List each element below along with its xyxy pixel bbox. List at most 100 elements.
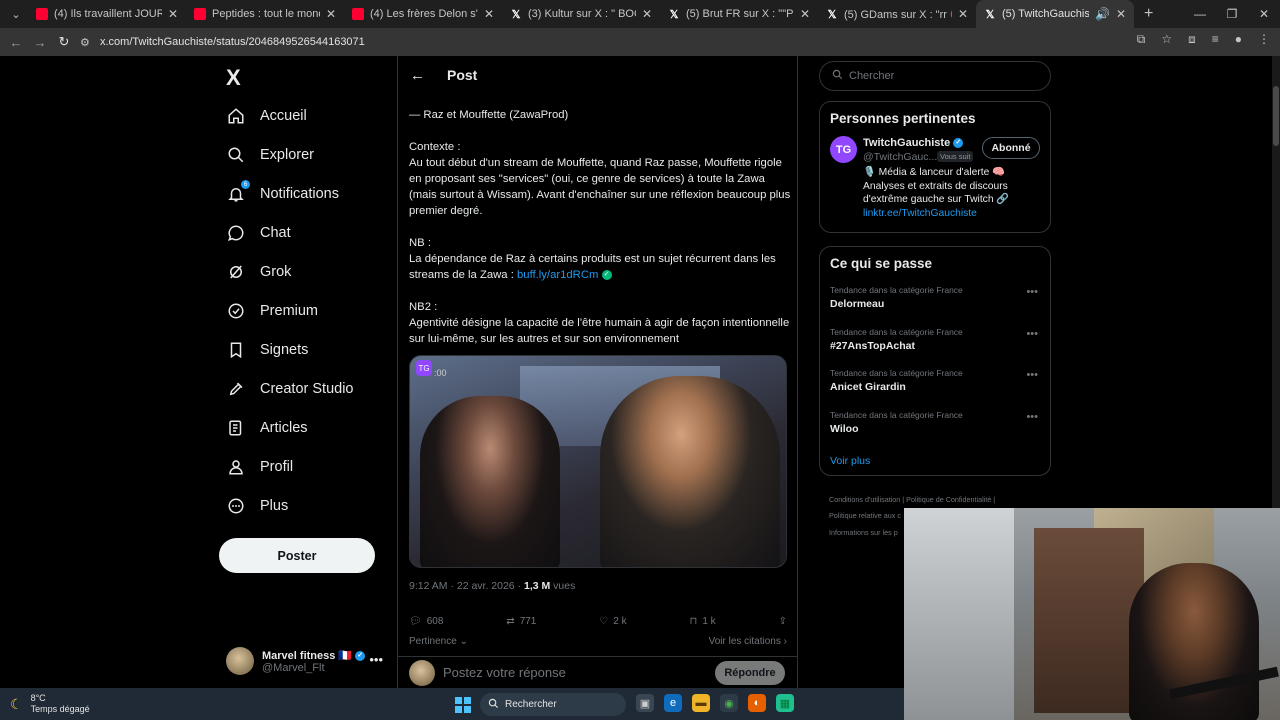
trend-item[interactable]: Tendance dans la catégorie France Delorme… (830, 281, 1040, 323)
nav-label: Profil (260, 459, 294, 475)
menu-icon[interactable]: ⋮ (1258, 32, 1270, 47)
address-bar[interactable]: ⚙ x.com/TwitchGauchiste/status/204684952… (80, 31, 1110, 53)
x-logo[interactable]: X (226, 65, 241, 91)
nb-link[interactable]: buff.ly/ar1dRCm (517, 269, 598, 281)
footer-link[interactable]: Politique de Confidentialité (906, 495, 991, 504)
chrome-icon[interactable]: ◉ (720, 694, 738, 712)
forward-icon[interactable]: → (28, 35, 52, 50)
browser-tab[interactable]: 𝕏(3) Kultur sur X : " BOOBA F✕ (502, 0, 660, 28)
browser-tab[interactable]: (4) Les frères Delon s'insultent✕ (344, 0, 502, 28)
weather-condition: Temps dégagé (30, 704, 90, 714)
post-button[interactable]: Poster (219, 538, 375, 573)
firefox-icon[interactable]: ◐ (748, 694, 766, 712)
bio-text: 🎙️ Média & lanceur d'alerte 🧠 Analyses e… (863, 167, 1010, 205)
search-input[interactable]: Chercher (819, 61, 1051, 91)
trend-name: Delormeau (830, 298, 885, 310)
extensions-icon[interactable]: ⧈ (1188, 32, 1196, 47)
reply-button[interactable]: Répondre (715, 660, 785, 685)
browser-tab[interactable]: 𝕏(5) Brut FR sur X : ""Personne n✕ (660, 0, 818, 28)
reply-input[interactable]: Postez votre réponse (443, 665, 566, 680)
more-dots-icon[interactable]: ••• (1026, 328, 1038, 340)
bio-link[interactable]: linktr.ee/TwitchGauchiste (863, 208, 977, 219)
citations-link[interactable]: Voir les citations › (709, 636, 787, 647)
site-info-icon[interactable]: ⚙ (80, 36, 100, 49)
task-view-icon[interactable]: ▣ (636, 694, 654, 712)
media-control-icon[interactable]: ≡ (1212, 32, 1219, 47)
relevant-person[interactable]: TG TwitchGauchiste ✓ @TwitchGauc... Vous… (830, 136, 1040, 228)
nav-item-explore[interactable]: Explorer (226, 140, 314, 170)
nb2-title: NB2 : (409, 301, 438, 313)
nav-item-profile[interactable]: Profil (226, 452, 293, 482)
browser-tab[interactable]: 𝕏(5) GDams sur X : "rr 🔴Incroy✕ (818, 0, 976, 28)
sort-dropdown[interactable]: Pertinence ⌄ (409, 636, 468, 647)
nb-title: NB : (409, 237, 431, 249)
premium-icon (226, 301, 246, 321)
video-player[interactable]: TG :00 (409, 355, 787, 568)
more-dots-icon[interactable]: ••• (369, 652, 383, 667)
more-dots-icon[interactable]: ••• (1026, 411, 1038, 423)
following-button[interactable]: Abonné (982, 137, 1040, 159)
bookmark-action[interactable]: ⊓ 1 k (690, 612, 716, 630)
nb2-body: Agentivité désigne la capacité de l'être… (409, 317, 790, 345)
more-dots-icon[interactable]: ••• (1026, 286, 1038, 298)
tab-search-dropdown[interactable]: ⌄ (4, 4, 28, 24)
back-icon[interactable]: ← (4, 35, 28, 50)
nav-label: Grok (260, 264, 292, 280)
nav-item-home[interactable]: Accueil (226, 101, 307, 131)
trend-item[interactable]: Tendance dans la catégorie France Anicet … (830, 364, 1040, 406)
new-tab-button[interactable]: + (1144, 5, 1153, 23)
bookmark-star-icon[interactable]: ☆ (1161, 32, 1172, 47)
footer-link[interactable]: Politique relative aux c (829, 511, 901, 520)
footer-link[interactable]: Conditions d'utilisation (829, 495, 900, 504)
speaker-icon[interactable]: 🔊 (1095, 7, 1110, 21)
nav-item-articles[interactable]: Articles (226, 413, 308, 443)
back-arrow-icon[interactable]: ← (410, 67, 425, 84)
nav-item-notifications[interactable]: 6 Notifications (226, 179, 339, 209)
trend-item[interactable]: Tendance dans la catégorie France #27AnsT… (830, 323, 1040, 365)
minimize-icon[interactable]: — (1184, 0, 1216, 28)
nav-item-premium[interactable]: Premium (226, 296, 318, 326)
profile-icon[interactable]: ● (1235, 32, 1242, 47)
post-column: ← Post — Raz et Mouffette (ZawaProd) Con… (397, 56, 798, 688)
nav-item-chat[interactable]: Chat (226, 218, 291, 248)
taskbar-search[interactable]: Rechercher (480, 693, 626, 716)
repost-action[interactable]: ⇄ 771 (506, 612, 536, 630)
avatar[interactable]: TG (830, 136, 857, 163)
app-icon[interactable]: ▦ (776, 694, 794, 712)
close-window-icon[interactable]: ✕ (1248, 0, 1280, 28)
file-explorer-icon[interactable]: ▬ (692, 694, 710, 712)
edge-icon[interactable]: e (664, 694, 682, 712)
reply-action[interactable]: 💬︎ 608 (409, 612, 443, 630)
reply-count: 608 (426, 615, 444, 627)
close-tab-icon[interactable]: ✕ (1116, 7, 1126, 21)
install-app-icon[interactable]: ⧉ (1137, 32, 1146, 47)
scrollbar-thumb[interactable] (1273, 86, 1279, 146)
like-action[interactable]: ♡ 2 k (599, 612, 626, 630)
nav-item-bookmarks[interactable]: Signets (226, 335, 308, 365)
footer-link[interactable]: Informations sur les p (829, 528, 898, 537)
share-action[interactable]: ⇪ (779, 612, 787, 630)
nav-item-grok[interactable]: Grok (226, 257, 291, 287)
close-tab-icon[interactable]: ✕ (642, 7, 652, 21)
relevant-people-card: Personnes pertinentes TG TwitchGauchiste… (819, 101, 1051, 233)
browser-tab[interactable]: Peptides : tout le monde en pre✕ (186, 0, 344, 28)
post-time[interactable]: 9:12 AM · 22 avr. 2026 · (409, 580, 524, 592)
more-dots-icon[interactable]: ••• (1026, 369, 1038, 381)
browser-tab-active[interactable]: 𝕏(5) TwitchGauchiste sur X :🔊✕ (976, 0, 1134, 28)
close-tab-icon[interactable]: ✕ (168, 7, 178, 21)
weather-widget[interactable]: ☾ 8°C Temps dégagé (10, 693, 90, 715)
close-tab-icon[interactable]: ✕ (800, 7, 810, 21)
close-tab-icon[interactable]: ✕ (326, 7, 336, 21)
close-tab-icon[interactable]: ✕ (958, 7, 968, 21)
browser-tab[interactable]: (4) Ils travaillent JOUR ET NUIT✕ (28, 0, 186, 28)
trend-item[interactable]: Tendance dans la catégorie France Wiloo ••… (830, 406, 1040, 448)
reload-icon[interactable]: ↻ (52, 34, 76, 50)
windows-start-icon[interactable] (455, 697, 471, 713)
nav-item-creator-studio[interactable]: Creator Studio (226, 374, 354, 404)
close-tab-icon[interactable]: ✕ (484, 7, 494, 21)
nav-label: Explorer (260, 147, 314, 163)
nav-item-more[interactable]: Plus (226, 491, 288, 521)
maximize-icon[interactable]: ❐ (1216, 0, 1248, 28)
account-switcher[interactable]: Marvel fitness 🇫🇷 ✓ @Marvel_Flt ••• (226, 644, 396, 678)
see-more-link[interactable]: Voir plus (830, 455, 1040, 467)
